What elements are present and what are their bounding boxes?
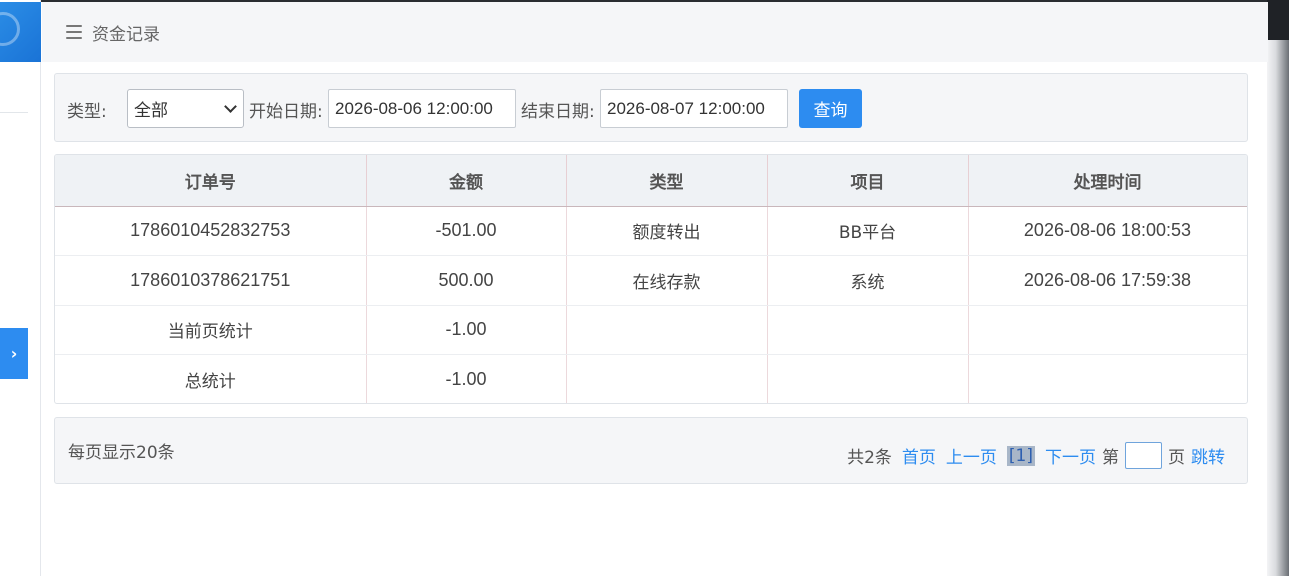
empty-cell xyxy=(968,354,1247,403)
fund-records-table: 订单号 金额 类型 项目 处理时间 1786010452832753 -501.… xyxy=(54,154,1248,404)
table-header-row: 订单号 金额 类型 项目 处理时间 xyxy=(55,155,1247,207)
empty-cell xyxy=(566,305,768,355)
type-label: 类型: xyxy=(67,102,107,122)
chevron-down-icon xyxy=(224,100,237,113)
start-date-input[interactable]: 2026-08-06 12:00:00 xyxy=(328,89,516,128)
start-date-label: 开始日期: xyxy=(249,102,323,122)
filter-bar: 类型: 全部 开始日期: 2026-08-06 12:00:00 结束日期: 2… xyxy=(54,73,1248,142)
table-row: 1786010452832753 -501.00 额度转出 BB平台 2026-… xyxy=(55,206,1247,256)
menu-icon[interactable] xyxy=(66,25,82,39)
page-summary-row: 当前页统计 -1.00 xyxy=(55,305,1247,355)
next-page-link[interactable]: 下一页 xyxy=(1045,443,1096,468)
order-no-cell: 1786010452832753 xyxy=(55,206,367,256)
time-cell: 2026-08-06 17:59:38 xyxy=(968,255,1247,306)
column-header-item: 项目 xyxy=(767,155,969,207)
sidebar-expand-button[interactable]: › xyxy=(0,328,28,379)
query-button[interactable]: 查询 xyxy=(799,89,862,128)
pagination-bar: 每页显示20条 共2条 首页 上一页 [1] 下一页 第 页 跳转 xyxy=(54,417,1248,484)
chevron-right-icon: › xyxy=(10,344,18,363)
pagination: 共2条 首页 上一页 [1] 下一页 第 页 跳转 xyxy=(847,442,1225,469)
first-page-link[interactable]: 首页 xyxy=(902,443,936,468)
column-header-time: 处理时间 xyxy=(968,155,1247,207)
page-title: 资金记录 xyxy=(92,24,160,45)
type-select-value: 全部 xyxy=(134,101,168,121)
end-date-input[interactable]: 2026-08-07 12:00:00 xyxy=(600,89,788,128)
left-sidebar-collapsed: › xyxy=(0,0,41,576)
amount-cell: -1.00 xyxy=(366,305,567,355)
prev-page-link[interactable]: 上一页 xyxy=(946,443,997,468)
summary-label-cell: 总统计 xyxy=(55,354,367,403)
total-count: 共2条 xyxy=(847,448,892,468)
amount-cell: -1.00 xyxy=(366,354,567,403)
current-page[interactable]: [1] xyxy=(1006,445,1035,466)
empty-cell xyxy=(968,305,1247,355)
amount-cell: 500.00 xyxy=(366,255,567,306)
time-cell: 2026-08-06 18:00:53 xyxy=(968,206,1247,256)
type-cell: 额度转出 xyxy=(566,206,768,256)
page-header: 资金记录 xyxy=(42,2,1268,62)
order-no-cell: 1786010378621751 xyxy=(55,255,367,306)
summary-label-cell: 当前页统计 xyxy=(55,305,367,355)
page-number-input[interactable] xyxy=(1125,442,1162,469)
page-suffix: 页 xyxy=(1168,448,1185,468)
sidebar-divider xyxy=(0,112,28,113)
amount-cell: -501.00 xyxy=(366,206,567,256)
column-header-order-no: 订单号 xyxy=(55,155,367,207)
column-header-type: 类型 xyxy=(566,155,768,207)
end-date-label: 结束日期: xyxy=(521,102,595,122)
per-page-text: 每页显示20条 xyxy=(68,443,175,463)
type-select[interactable]: 全部 xyxy=(127,89,244,128)
logo xyxy=(0,2,41,62)
empty-cell xyxy=(767,354,969,403)
item-cell: BB平台 xyxy=(767,206,969,256)
empty-cell xyxy=(566,354,768,403)
empty-cell xyxy=(767,305,969,355)
jump-button[interactable]: 跳转 xyxy=(1191,443,1225,468)
window-edge xyxy=(1267,0,1289,576)
type-cell: 在线存款 xyxy=(566,255,768,306)
page-prefix: 第 xyxy=(1102,448,1119,468)
total-summary-row: 总统计 -1.00 xyxy=(55,354,1247,403)
item-cell: 系统 xyxy=(767,255,969,306)
column-header-amount: 金额 xyxy=(366,155,567,207)
table-row: 1786010378621751 500.00 在线存款 系统 2026-08-… xyxy=(55,255,1247,306)
